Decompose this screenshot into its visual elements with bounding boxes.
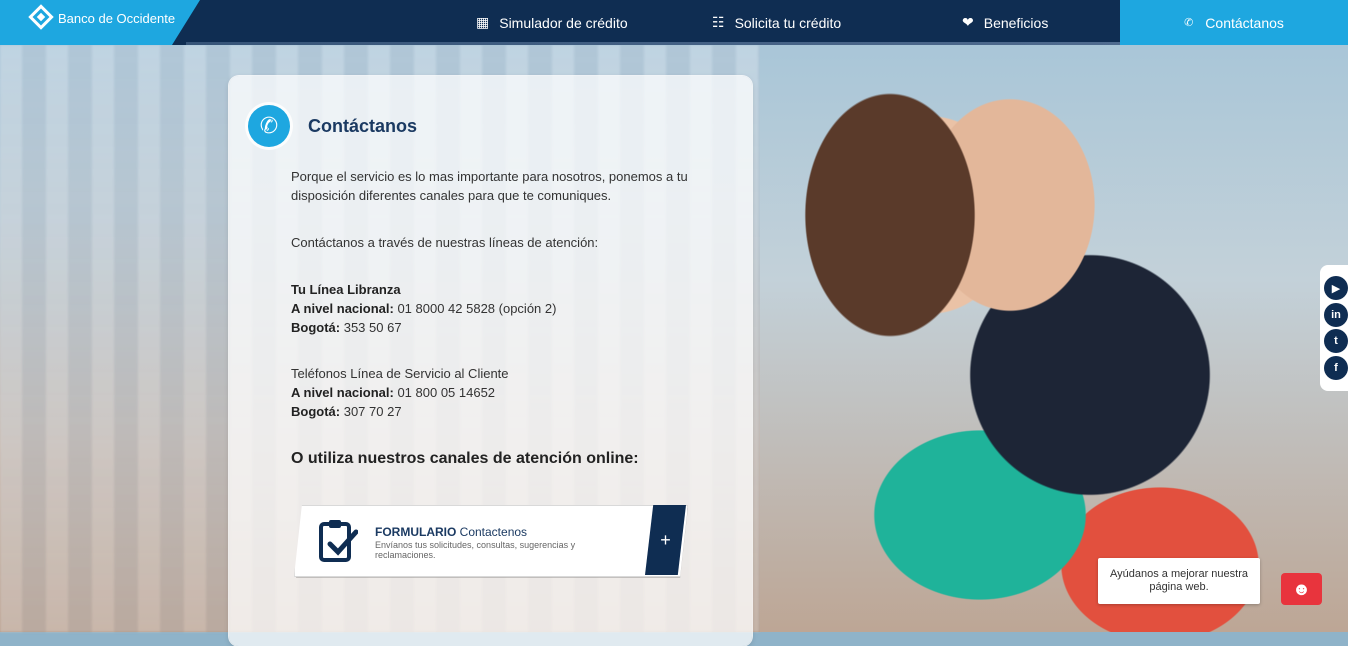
libranza-bogota-label: Bogotá: [291, 320, 341, 335]
brand-name: Banco de Occidente [58, 11, 176, 26]
intro-text: Porque el servicio es lo mas importante … [291, 169, 688, 203]
phone-call-icon: ✆ [248, 105, 290, 147]
form-button-title-bold: FORMULARIO [375, 525, 457, 539]
nav-simulador[interactable]: ▦ Simulador de crédito [476, 0, 628, 45]
lines-intro-text: Contáctanos a través de nuestras líneas … [291, 235, 599, 250]
calculator-icon: ▦ [476, 14, 490, 30]
online-channels-title: O utiliza nuestros canales de atención o… [291, 450, 639, 467]
bank-logo-icon [28, 4, 54, 30]
contact-form-button[interactable]: FORMULARIO Contactenos Envíanos tus soli… [294, 505, 688, 578]
libranza-nacional: A nivel nacional: 01 8000 42 5828 (opció… [291, 299, 711, 318]
libranza-nacional-label: A nivel nacional: [291, 301, 394, 316]
form-button-subtitle: Envíanos tus solicitudes, consultas, sug… [375, 540, 576, 560]
nav-beneficios-label: Beneficios [983, 14, 1049, 31]
libranza-block: Tu Línea Libranza A nivel nacional: 01 8… [291, 280, 711, 337]
logo-link[interactable]: Banco de Occidente [0, 0, 200, 45]
servicio-bogota-label: Bogotá: [291, 404, 341, 419]
smiley-icon: ☻ [1292, 578, 1311, 599]
nav-beneficios[interactable]: ❤ Beneficios [962, 0, 1048, 45]
libranza-nacional-value: 01 8000 42 5828 (opción 2) [393, 301, 557, 316]
nav-contactanos-label: Contáctanos [1205, 14, 1284, 31]
libranza-bogota: Bogotá: 353 50 67 [291, 318, 711, 337]
linkedin-icon[interactable]: in [1324, 303, 1348, 327]
nav-solicita[interactable]: ☷ Solicita tu crédito [712, 0, 841, 45]
servicio-bogota-value: 307 70 27 [340, 404, 402, 419]
servicio-block: Teléfonos Línea de Servicio al Cliente A… [291, 364, 711, 421]
feedback-tooltip: Ayúdanos a mejorar nuestra página web. [1098, 558, 1260, 604]
libranza-bogota-value: 353 50 67 [340, 320, 402, 335]
servicio-nacional: A nivel nacional: 01 800 05 14652 [291, 383, 711, 402]
top-navigation: Banco de Occidente ▦ Simulador de crédit… [0, 0, 1348, 45]
social-sidebar: ▶ in t f [1320, 265, 1348, 391]
servicio-nacional-label: A nivel nacional: [291, 385, 394, 400]
nav-contactanos[interactable]: ✆ Contáctanos [1120, 0, 1348, 45]
servicio-heading: Teléfonos Línea de Servicio al Cliente [291, 366, 509, 381]
servicio-bogota: Bogotá: 307 70 27 [291, 402, 711, 421]
form-button-title: FORMULARIO Contactenos [375, 525, 527, 539]
phone-icon: ✆ [1184, 17, 1194, 29]
feedback-button[interactable]: ☻ [1281, 573, 1322, 605]
money-stack-icon: ☷ [712, 14, 725, 30]
card-title: Contáctanos [308, 116, 418, 136]
hero-photo [760, 45, 1348, 632]
contact-card: ✆ Contáctanos Porque el servicio es lo m… [229, 76, 752, 646]
nav-solicita-label: Solicita tu crédito [734, 14, 842, 31]
clipboard-check-icon [319, 520, 358, 562]
servicio-nacional-value: 01 800 05 14652 [393, 385, 496, 400]
twitter-icon[interactable]: t [1324, 329, 1348, 353]
libranza-heading: Tu Línea Libranza [291, 282, 401, 297]
form-button-title-rest: Contactenos [456, 525, 528, 539]
heart-hands-icon: ❤ [962, 14, 974, 30]
facebook-icon[interactable]: f [1324, 356, 1348, 380]
nav-simulador-label: Simulador de crédito [499, 14, 628, 31]
feedback-text: Ayúdanos a mejorar nuestra página web. [1110, 568, 1248, 593]
youtube-icon[interactable]: ▶ [1324, 276, 1348, 300]
